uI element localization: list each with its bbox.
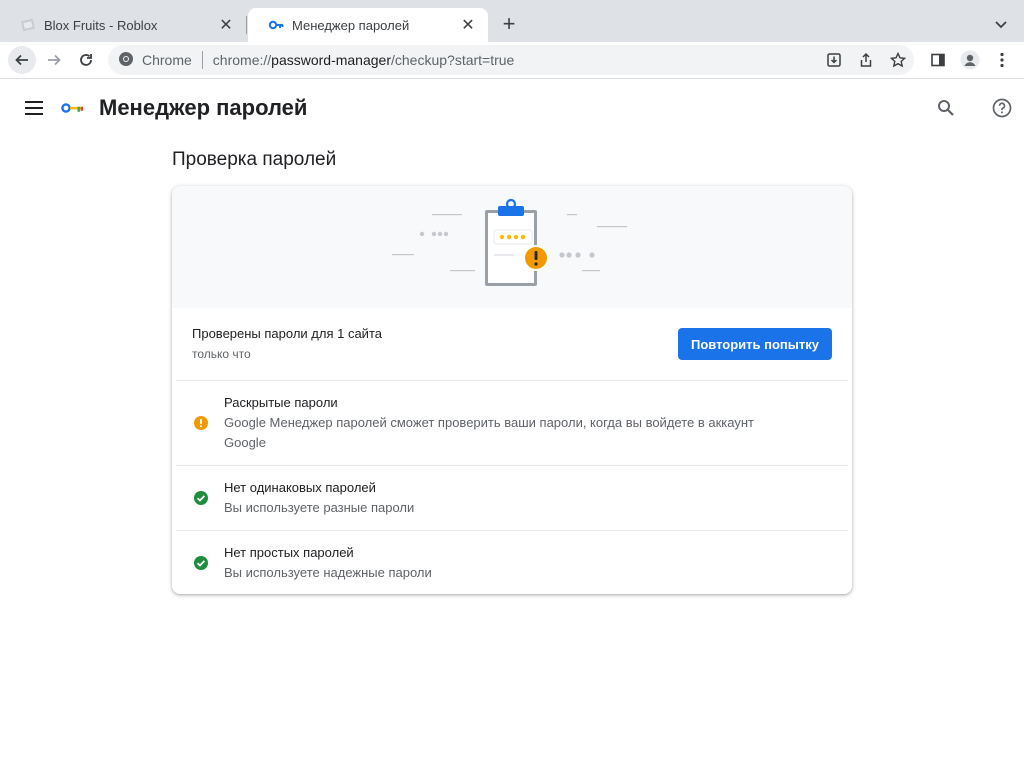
tab-title: Менеджер паролей	[292, 17, 410, 33]
omnibox-divider	[201, 51, 203, 69]
arrow-left-icon	[15, 54, 28, 66]
result-description: Вы используете разные пароли	[224, 500, 415, 515]
reload-icon	[80, 54, 92, 66]
avatar-icon	[960, 50, 980, 70]
tab-password-manager[interactable]: Менеджер паролей ✕	[248, 8, 488, 42]
browser-toolbar: Chrome chrome://password-manager/checkup…	[0, 42, 1024, 79]
profile-button[interactable]	[956, 46, 984, 74]
hamburger-icon	[25, 101, 43, 115]
url-text: chrome://password-manager/checkup?start=…	[212, 52, 515, 68]
clipboard-illustration	[392, 198, 627, 286]
status-timestamp: только что	[192, 347, 251, 361]
new-tab-button[interactable]: +	[497, 11, 521, 36]
app-title: Менеджер паролей	[99, 95, 308, 120]
back-button[interactable]	[8, 46, 36, 74]
result-row-reused[interactable]: Нет одинаковых паролей Вы используете ра…	[176, 465, 848, 530]
checkup-status: Проверены пароли для 1 сайта только что …	[192, 308, 832, 380]
close-icon[interactable]: ✕	[458, 15, 478, 35]
checkup-card: Проверены пароли для 1 сайта только что …	[172, 186, 852, 594]
result-description: Вы используете надежные пароли	[224, 565, 432, 580]
warning-icon	[194, 416, 208, 430]
checkup-banner	[172, 186, 852, 308]
search-button[interactable]	[934, 96, 958, 120]
forward-button[interactable]	[40, 46, 68, 74]
help-button[interactable]	[990, 96, 1014, 120]
tab-separator	[246, 16, 247, 34]
search-icon	[938, 100, 954, 116]
chevron-down-icon[interactable]	[990, 14, 1012, 36]
menu-button[interactable]	[22, 96, 46, 120]
chrome-icon	[118, 51, 134, 70]
arrow-right-icon	[48, 54, 61, 66]
result-description: Google Менеджер паролей сможет проверить…	[224, 415, 754, 450]
share-icon[interactable]	[856, 50, 876, 70]
side-panel-button[interactable]	[924, 46, 952, 74]
more-menu-button[interactable]	[988, 46, 1016, 74]
help-icon	[992, 98, 1012, 118]
result-title: Раскрытые пароли	[224, 395, 338, 410]
password-manager-logo	[60, 98, 84, 118]
tab-strip: Blox Fruits - Roblox ✕ Менеджер паролей …	[0, 0, 1024, 42]
result-row-weak[interactable]: Нет простых паролей Вы используете надеж…	[176, 530, 848, 594]
address-bar[interactable]: Chrome chrome://password-manager/checkup…	[108, 45, 914, 75]
install-app-icon[interactable]	[824, 50, 844, 70]
section-title: Проверка паролей	[172, 149, 337, 170]
close-icon[interactable]: ✕	[216, 15, 236, 35]
result-row-compromised[interactable]: Раскрытые пароли Google Менеджер паролей…	[176, 380, 848, 466]
tab-blox-fruits[interactable]: Blox Fruits - Roblox ✕	[0, 8, 246, 42]
tab-title: Blox Fruits - Roblox	[44, 17, 158, 33]
result-title: Нет одинаковых паролей	[224, 480, 376, 495]
result-title: Нет простых паролей	[224, 545, 354, 560]
roblox-icon	[20, 17, 36, 33]
bookmark-star-icon[interactable]	[888, 50, 908, 70]
status-title: Проверены пароли для 1 сайта	[192, 326, 382, 341]
more-vert-icon	[1000, 52, 1004, 68]
reload-button[interactable]	[72, 46, 100, 74]
check-circle-icon	[194, 556, 208, 570]
retry-button[interactable]: Повторить попытку	[678, 328, 832, 360]
check-circle-icon	[194, 491, 208, 505]
side-panel-icon	[931, 53, 945, 67]
app-header: Менеджер паролей	[0, 80, 1024, 136]
key-icon	[268, 17, 284, 33]
site-label: Chrome	[142, 52, 192, 68]
